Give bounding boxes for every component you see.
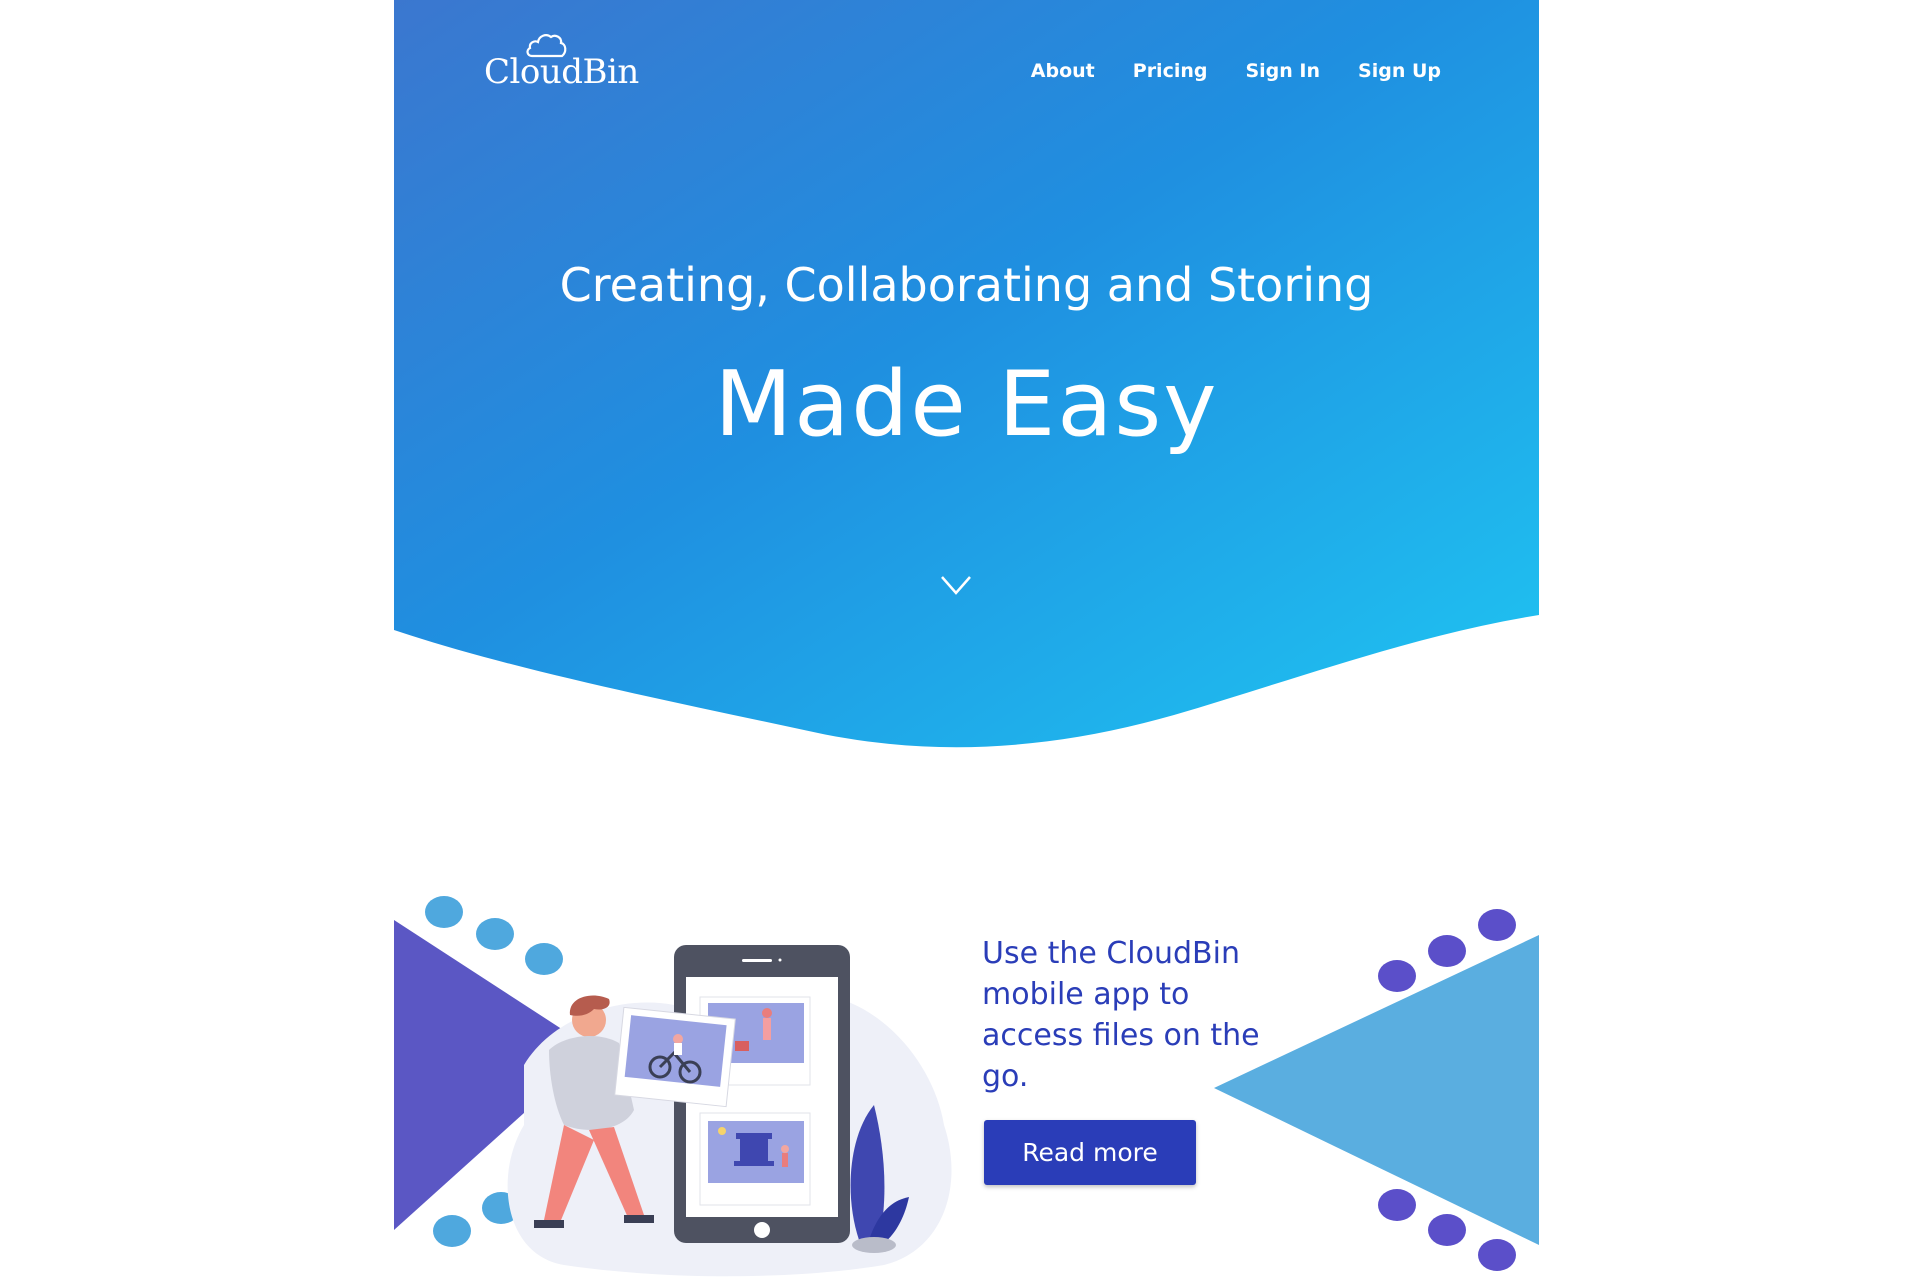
- dot: [425, 896, 463, 928]
- hero-title: Made Easy: [714, 352, 1219, 457]
- promo-text: Use the CloudBin mobile app to access fi…: [982, 936, 1260, 1094]
- chevron-down-icon[interactable]: [940, 574, 972, 596]
- main-nav: About Pricing Sign In Sign Up: [1031, 60, 1441, 82]
- read-more-button[interactable]: Read more: [984, 1120, 1196, 1185]
- logo[interactable]: CloudBin: [484, 28, 654, 98]
- dot: [1478, 909, 1516, 941]
- landing-page: CloudBin About Pricing Sign In Sign Up C…: [394, 0, 1539, 1280]
- dot: [1378, 960, 1416, 992]
- nav-about-link[interactable]: About: [1031, 60, 1095, 82]
- person-with-phone-illustration: [507, 945, 952, 1277]
- dot: [1428, 1214, 1466, 1246]
- dot: [1428, 935, 1466, 967]
- nav-sign-up-link[interactable]: Sign Up: [1358, 60, 1441, 82]
- dot: [1478, 1239, 1516, 1271]
- dot: [1378, 1189, 1416, 1221]
- site-header: CloudBin About Pricing Sign In Sign Up: [394, 0, 1539, 130]
- nav-sign-in-link[interactable]: Sign In: [1245, 60, 1320, 82]
- hero-subtitle: Creating, Collaborating and Storing: [559, 258, 1374, 312]
- nav-pricing-link[interactable]: Pricing: [1133, 60, 1208, 82]
- logo-text: CloudBin: [484, 52, 639, 92]
